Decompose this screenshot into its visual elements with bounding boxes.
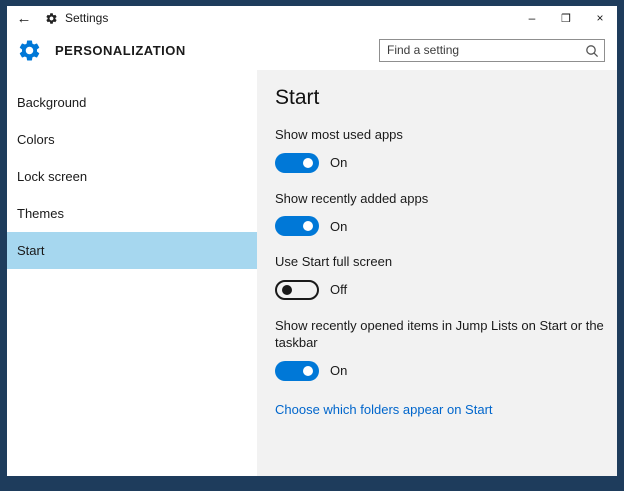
setting-label: Show recently opened items in Jump Lists…	[275, 317, 609, 352]
sidebar-item-themes[interactable]: Themes	[7, 195, 257, 232]
toggle-state-label: On	[330, 155, 347, 170]
sidebar-item-colors[interactable]: Colors	[7, 121, 257, 158]
setting-label: Show recently added apps	[275, 190, 609, 208]
setting-label: Use Start full screen	[275, 253, 609, 271]
section-title: Start	[275, 86, 609, 110]
search-input[interactable]	[380, 40, 604, 61]
back-button[interactable]: ←	[7, 10, 41, 27]
setting-label: Show most used apps	[275, 126, 609, 144]
maximize-button[interactable]: ❒	[549, 6, 583, 30]
title-bar: ← Settings – ❒ ×	[7, 6, 617, 30]
search-box	[379, 39, 605, 62]
main-content: Start Show most used apps On Show recent…	[257, 70, 617, 476]
back-arrow-icon: ←	[17, 10, 32, 27]
sidebar-item-background[interactable]: Background	[7, 84, 257, 121]
toggle-state-label: Off	[330, 282, 347, 297]
settings-window: ← Settings – ❒ × PERSONALIZATION	[7, 6, 617, 476]
setting-group: Show recently added apps On	[275, 190, 609, 237]
settings-app-gear-icon	[45, 11, 59, 25]
search-icon[interactable]	[584, 43, 600, 59]
toggle-knob	[303, 221, 313, 231]
toggle-knob	[282, 285, 292, 295]
setting-group: Show most used apps On	[275, 126, 609, 173]
toggle-state-label: On	[330, 219, 347, 234]
toggle-knob	[303, 158, 313, 168]
sidebar: Background Colors Lock screen Themes Sta…	[7, 70, 257, 476]
toggle-show-most-used-apps[interactable]	[275, 153, 319, 173]
toggle-jump-lists[interactable]	[275, 361, 319, 381]
sidebar-item-lock-screen[interactable]: Lock screen	[7, 158, 257, 195]
gear-icon	[17, 37, 43, 63]
toggle-knob	[303, 366, 313, 376]
choose-folders-link[interactable]: Choose which folders appear on Start	[275, 402, 493, 417]
close-button[interactable]: ×	[583, 6, 617, 30]
toggle-use-start-full-screen[interactable]	[275, 280, 319, 300]
window-frame: ← Settings – ❒ × PERSONALIZATION	[0, 0, 624, 491]
setting-group: Show recently opened items in Jump Lists…	[275, 317, 609, 381]
toggle-show-recently-added-apps[interactable]	[275, 216, 319, 236]
toggle-state-label: On	[330, 363, 347, 378]
page-title: PERSONALIZATION	[55, 43, 186, 58]
sidebar-item-start[interactable]: Start	[7, 232, 257, 269]
setting-group: Use Start full screen Off	[275, 253, 609, 300]
minimize-button[interactable]: –	[515, 6, 549, 30]
page-header: PERSONALIZATION	[7, 30, 617, 70]
window-title: Settings	[65, 11, 108, 25]
